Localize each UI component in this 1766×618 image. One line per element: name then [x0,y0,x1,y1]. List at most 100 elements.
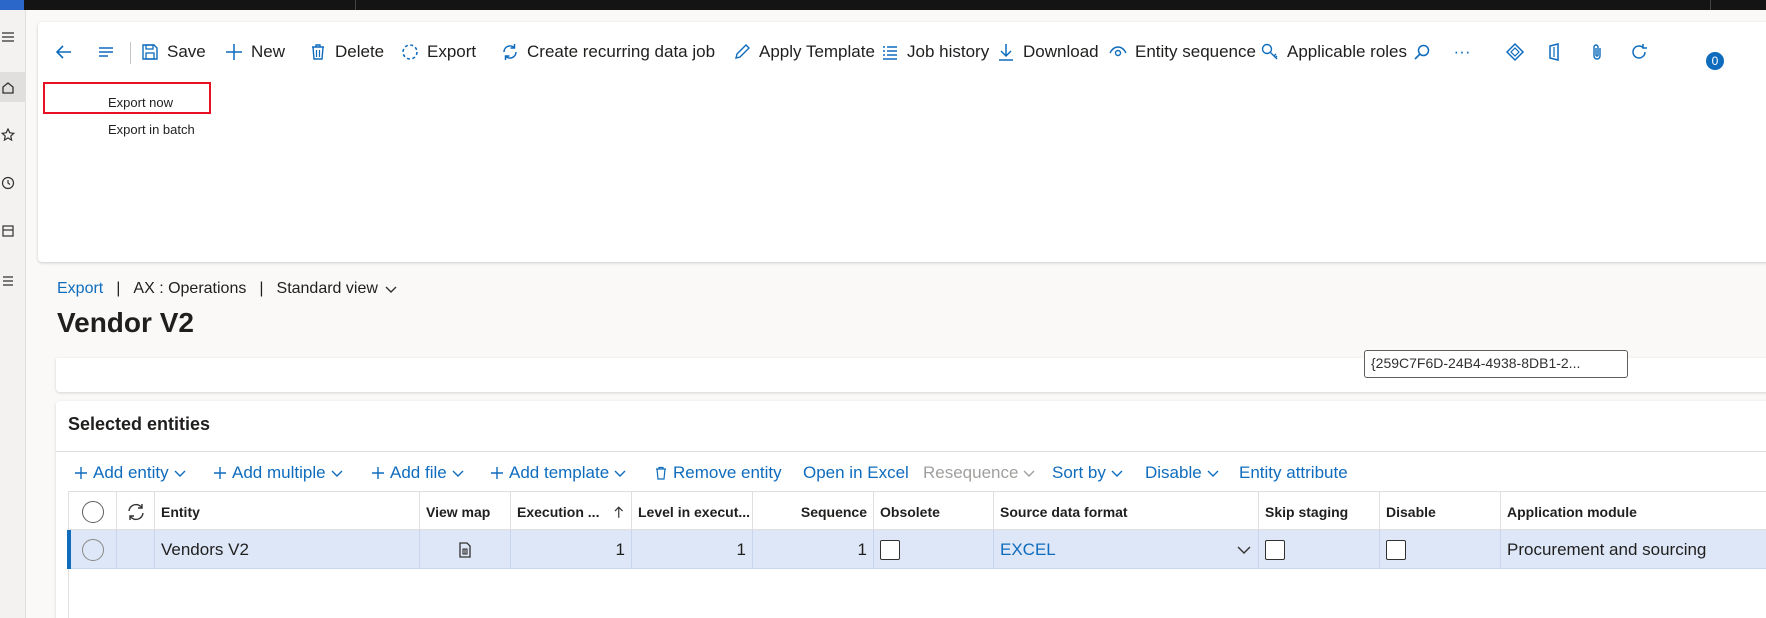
selected-entities-title: Selected entities [68,414,211,434]
download-button[interactable]: Download [996,32,1099,72]
top-bar-separator [355,0,356,10]
chevron-down-icon [1207,470,1219,477]
cell-view-map[interactable] [420,530,511,569]
app-launcher-strip[interactable] [0,0,24,10]
section-divider [56,451,1766,452]
add-template-button[interactable]: Add template [490,458,626,488]
breadcrumb-export-link[interactable]: Export [57,280,103,298]
open-in-excel-label: Open in Excel [803,463,909,482]
chevron-down-icon [1111,470,1123,477]
create-recurring-data-job-button[interactable]: Create recurring data job [500,32,715,72]
plus-icon [491,467,503,479]
entity-attribute-button[interactable]: Entity attribute [1239,458,1348,488]
save-button[interactable]: Save [140,32,206,72]
paperclip-icon [1593,44,1601,60]
export-in-batch-menu-item[interactable]: Export in batch [108,116,195,142]
guid-field[interactable]: {259C7F6D-24B4-4938-8DB1-2... [1364,350,1628,378]
cell-execution-unit[interactable]: 1 [511,530,632,569]
action-pane: Save New Delete Export Create recurring … [38,22,1766,262]
remove-entity-label: Remove entity [673,463,782,482]
delete-button[interactable]: Delete [308,32,384,72]
resequence-button[interactable]: Resequence [923,458,1035,488]
more-options-button[interactable]: ··· [1444,32,1480,72]
apply-template-button[interactable]: Apply Template [732,32,875,72]
grid-header-row: Entity View map Execution ... Level in e… [69,491,1766,531]
nav-menu-icon[interactable] [0,22,26,52]
col-header-obsolete[interactable]: Obsolete [874,492,994,531]
export-now-highlight-box [43,82,211,114]
open-in-excel-button[interactable]: Open in Excel [803,458,909,488]
refresh-button[interactable] [1624,32,1654,72]
power-apps-button[interactable] [1498,32,1532,72]
col-header-execution-unit-label: Execution ... [517,503,600,520]
select-all-cell[interactable] [69,492,117,531]
applicable-roles-button[interactable]: Applicable roles [1260,32,1407,72]
col-header-entity[interactable]: Entity [155,492,420,531]
download-icon [999,44,1013,61]
col-header-application-module[interactable]: Application module [1501,492,1766,531]
create-recurring-label: Create recurring data job [527,42,716,61]
search-button[interactable] [1404,32,1440,72]
col-header-source-data-format[interactable]: Source data format [994,492,1259,531]
refresh-grid-cell[interactable] [117,492,155,531]
save-label: Save [167,42,206,61]
new-button[interactable]: New [224,32,285,72]
back-button[interactable] [46,32,82,72]
row-select-cell[interactable] [69,530,117,569]
cell-level-in-execution[interactable]: 1 [632,530,753,569]
obsolete-checkbox[interactable] [880,539,900,560]
disable-button[interactable]: Disable [1145,458,1219,488]
remove-entity-button[interactable]: Remove entity [654,458,782,488]
col-header-disable[interactable]: Disable [1380,492,1501,531]
disable-checkbox[interactable] [1386,539,1406,560]
applicable-roles-label: Applicable roles [1287,42,1408,61]
plus-icon [372,467,384,479]
resequence-label: Resequence [923,463,1019,482]
top-bar-separator [1710,0,1711,10]
add-file-button[interactable]: Add file [371,458,464,488]
back-arrow-icon [55,45,71,59]
export-button[interactable]: Export [400,32,476,72]
table-row[interactable]: Vendors V2 1 1 1 EXCEL Procurement and s… [67,530,1766,569]
key-icon [1261,43,1278,60]
view-selector[interactable]: Standard view [277,280,398,298]
nav-workspaces-icon[interactable] [0,216,26,246]
cell-obsolete[interactable] [874,530,994,569]
chevron-down-icon[interactable] [1236,542,1252,558]
col-header-skip-staging[interactable]: Skip staging [1259,492,1380,531]
sync-icon [127,503,144,520]
chevron-down-icon [614,470,626,477]
attachments-button[interactable] [1582,32,1612,72]
cell-source-data-format[interactable]: EXCEL [994,530,1259,569]
list-icon [883,46,897,60]
nav-favorites-icon[interactable] [0,120,26,150]
nav-modules-icon[interactable] [0,266,26,296]
col-header-sequence[interactable]: Sequence [753,492,874,531]
skip-staging-checkbox[interactable] [1265,539,1285,560]
chevron-down-icon [452,470,464,477]
col-header-level-in-execution[interactable]: Level in execut... [632,492,753,531]
top-app-bar [0,0,1766,10]
entity-sequence-button[interactable]: Entity sequence [1108,32,1256,72]
show-options-button[interactable] [88,32,124,72]
add-multiple-button[interactable]: Add multiple [213,458,343,488]
job-history-button[interactable]: Job history [880,32,989,72]
sort-by-button[interactable]: Sort by [1052,458,1123,488]
col-header-view-map[interactable]: View map [420,492,511,531]
view-map-icon[interactable] [456,541,474,559]
plus-icon [226,44,242,60]
nav-home-icon[interactable] [0,72,26,102]
cell-entity[interactable]: Vendors V2 [155,530,420,569]
cell-disable[interactable] [1380,530,1501,569]
add-multiple-label: Add multiple [232,463,326,482]
cell-skip-staging[interactable] [1259,530,1380,569]
cell-sequence[interactable]: 1 [753,530,874,569]
cell-application-module[interactable]: Procurement and sourcing [1501,530,1766,569]
add-entity-button[interactable]: Add entity [74,458,186,488]
nav-recent-icon[interactable] [0,168,26,198]
refresh-icon [1632,44,1647,59]
select-all-radio[interactable] [81,500,104,523]
row-select-radio[interactable] [81,538,104,561]
office-button[interactable] [1540,32,1570,72]
col-header-execution-unit[interactable]: Execution ... [511,492,632,531]
